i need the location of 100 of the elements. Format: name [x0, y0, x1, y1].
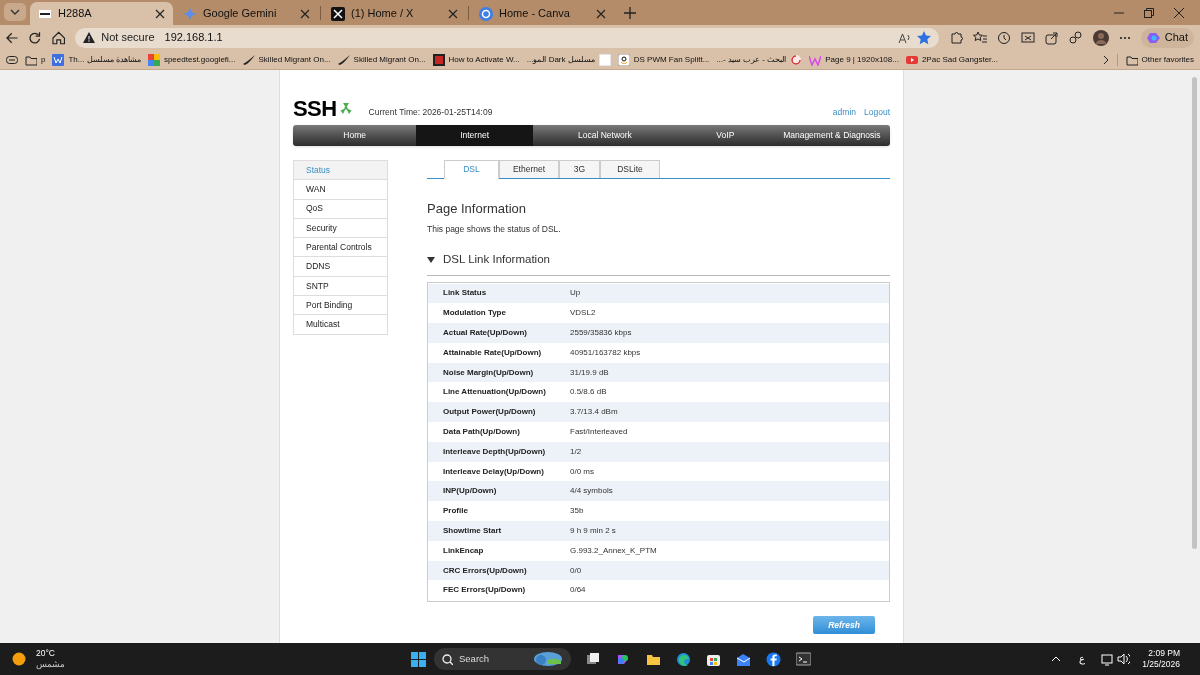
sub-tab[interactable]: 3G: [559, 160, 600, 178]
field-label: Link Status: [442, 287, 488, 300]
input-language-indicator[interactable]: ع: [1079, 651, 1086, 667]
sidebar-item[interactable]: Security: [293, 218, 388, 239]
field-label: Data Path(Up/Down): [442, 425, 521, 438]
terminal-icon[interactable]: [796, 651, 811, 667]
field-label: Interleave Depth(Up/Down): [442, 445, 547, 458]
profile-avatar-icon[interactable]: [1092, 29, 1109, 46]
task-view-icon[interactable]: [586, 651, 601, 667]
nav-tab[interactable]: Home: [293, 125, 417, 146]
facebook-icon[interactable]: [766, 651, 781, 667]
more-icon[interactable]: [1118, 35, 1131, 40]
nav-tab[interactable]: Local Network: [532, 125, 678, 146]
browser-tab[interactable]: (1) Home / X: [323, 2, 466, 25]
home-icon[interactable]: [51, 30, 66, 45]
bookmark-item[interactable]: Skilled Migrant On...: [337, 53, 426, 66]
bookmark-item[interactable]: How to Activate W...: [432, 53, 520, 66]
refresh-icon[interactable]: [28, 30, 42, 45]
favorite-star-icon[interactable]: [916, 30, 931, 45]
bookmark-item[interactable]: DS PWM Fan Splitt...: [617, 53, 710, 66]
close-icon[interactable]: [1174, 8, 1184, 18]
bookmark-favicon-icon: [52, 53, 65, 66]
nav-tab[interactable]: Management & Diagnosis: [773, 125, 890, 146]
browser-tab[interactable]: Home - Canva: [471, 2, 614, 25]
taskbar-search-field[interactable]: Search: [434, 648, 571, 670]
collapse-triangle-icon[interactable]: [427, 255, 435, 264]
address-bar[interactable]: Not secure 192.168.1.1: [75, 27, 939, 48]
field-label: INP(Up/Down): [442, 485, 498, 498]
field-value: Up: [570, 287, 581, 300]
bookmark-item[interactable]: Skilled Migrant On...: [242, 53, 331, 66]
field-label: LinkEncap: [442, 544, 485, 557]
read-aloud-icon[interactable]: [897, 31, 911, 44]
close-icon[interactable]: [448, 8, 458, 19]
browser-tab[interactable]: H288A: [30, 2, 173, 25]
other-favorites-item[interactable]: Other favorites: [1116, 53, 1194, 66]
favorites-icon[interactable]: [972, 30, 987, 45]
volume-icon[interactable]: [1117, 652, 1131, 666]
folder-icon: [1125, 53, 1138, 66]
sidebar-item[interactable]: WAN: [293, 180, 388, 200]
tab-favicon-icon: [331, 6, 345, 21]
temperature-text: 20°C: [36, 648, 56, 659]
chevron-right-icon[interactable]: [1101, 54, 1110, 65]
field-value: G.993.2_Annex_K_PTM: [570, 544, 657, 557]
bookmark-item[interactable]: p: [25, 53, 46, 66]
workspaces-icon[interactable]: [6, 53, 18, 66]
mail-icon[interactable]: [736, 651, 751, 667]
close-icon[interactable]: [300, 8, 310, 19]
bookmark-item[interactable]: 2Pac Sad Gangster...: [905, 53, 998, 66]
sidebar-item[interactable]: DDNS: [293, 257, 388, 277]
field-label: Interleave Delay(Up/Down): [442, 465, 545, 478]
network-icon[interactable]: [1101, 652, 1114, 666]
field-value: 4/4 symbols: [570, 485, 613, 498]
bookmark-favicon-icon: [432, 53, 445, 66]
field-value: 0.5/8.6 dB: [570, 386, 607, 399]
restore-icon[interactable]: [1144, 8, 1154, 18]
clock[interactable]: 2:09 PM 1/25/2026: [1142, 648, 1180, 670]
logout-link[interactable]: Logout: [864, 106, 890, 119]
tab-list-icon[interactable]: [4, 3, 26, 21]
sun-icon[interactable]: [12, 652, 26, 666]
bookmark-item[interactable]: Th... مشاهدة مسلسل: [52, 53, 141, 66]
field-value: 2559/35836 kbps: [570, 327, 632, 339]
start-icon[interactable]: [411, 651, 426, 667]
extensions-icon[interactable]: [948, 30, 963, 45]
sub-tab[interactable]: DSL: [444, 160, 499, 179]
field-value: 1/2: [570, 445, 582, 458]
bookmark-item[interactable]: Page 9 | 1920x108...: [809, 53, 899, 66]
bookmark-item[interactable]: مسلسل Dark المو...: [526, 53, 611, 66]
trefoil-icon: [338, 102, 353, 115]
sub-tab[interactable]: Ethernet: [499, 160, 559, 178]
close-icon[interactable]: [155, 8, 165, 19]
logo-text: SSH: [293, 98, 337, 120]
sub-tab[interactable]: DSLite: [600, 160, 660, 178]
bookmark-favicon-icon: [242, 53, 255, 66]
field-label: Output Power(Up/Down): [442, 406, 537, 419]
user-link[interactable]: admin: [832, 106, 856, 119]
field-value: 40951/163782 kbps: [570, 346, 641, 359]
section-title: DSL Link Information: [443, 252, 550, 268]
chevron-up-icon[interactable]: [1051, 655, 1062, 663]
bookmark-item[interactable]: البحث - عرب سيد -...: [716, 53, 803, 66]
new-tab-icon[interactable]: [624, 7, 636, 19]
sidebar-item[interactable]: Parental Controls: [293, 238, 388, 258]
field-value: 35b: [570, 505, 584, 518]
weather-condition-text: مشمس: [36, 659, 65, 670]
bookmark-favicon-icon: [598, 53, 611, 66]
sidebar-item[interactable]: QoS: [293, 199, 388, 219]
chat-button[interactable]: Chat: [1140, 27, 1194, 48]
bookmark-item[interactable]: speedtest.googlefi...: [147, 53, 236, 66]
share-icon[interactable]: [1044, 30, 1059, 45]
close-icon[interactable]: [596, 8, 606, 19]
nav-tab[interactable]: VoIP: [677, 125, 774, 146]
nav-tab[interactable]: Internet: [416, 125, 533, 146]
page-heading: Page Information: [427, 200, 527, 218]
sidebar-item[interactable]: SNTP: [293, 276, 388, 297]
sidebar-item[interactable]: Multicast: [293, 315, 388, 335]
collections-icon[interactable]: [1068, 30, 1083, 45]
browser-tab[interactable]: Google Gemini: [175, 2, 318, 25]
history-icon[interactable]: [996, 30, 1011, 45]
edge-icon[interactable]: [676, 651, 691, 667]
sidebar-item[interactable]: Port Binding: [293, 296, 388, 316]
back-icon[interactable]: [6, 30, 19, 45]
